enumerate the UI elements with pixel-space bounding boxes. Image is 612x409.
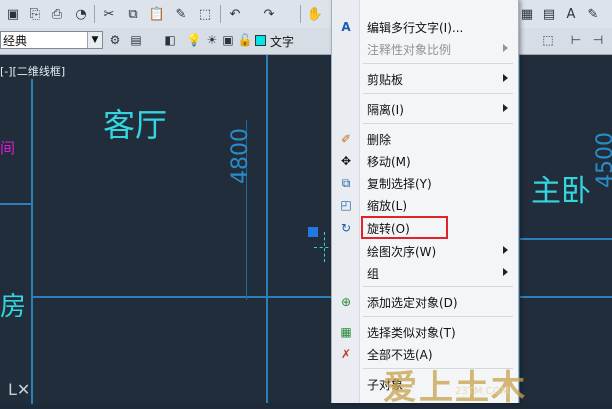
publish-icon[interactable]: ◔ <box>72 5 90 23</box>
grip-handle[interactable] <box>308 227 318 237</box>
edit-text-icon: A <box>341 20 351 34</box>
add-selected-icon: ⊕ <box>340 295 352 309</box>
menu-item-annotative-scale[interactable]: 注释性对象比例 <box>332 38 518 59</box>
eraser-icon: ✐ <box>340 132 352 146</box>
calculator-icon[interactable]: ▤ <box>540 5 558 23</box>
context-menu: A 编辑多行文字(I)... 注释性对象比例 剪贴板 隔离(I) ✐ 删除 ✥ … <box>331 0 519 403</box>
dimension-linear-icon[interactable]: ⊢ <box>568 32 584 48</box>
match-properties-icon[interactable]: ✎ <box>172 5 190 23</box>
toolbar-menu-icon[interactable]: ▤ <box>128 32 144 48</box>
menu-separator <box>363 316 513 317</box>
dimension-aligned-icon[interactable]: ⊣ <box>590 32 606 48</box>
block-editor-icon[interactable]: ⬚ <box>196 5 214 23</box>
wall-line <box>31 79 33 404</box>
redo-icon[interactable]: ↷ <box>260 5 278 23</box>
chevron-down-icon[interactable]: ▼ <box>87 32 102 48</box>
dimension-text-4800[interactable]: 4800 <box>228 128 253 184</box>
text-style-icon[interactable]: A <box>562 5 580 23</box>
drawing-canvas[interactable] <box>0 55 612 403</box>
menu-item-draw-order[interactable]: 绘图次序(W) <box>332 240 518 261</box>
viewport-freeze-icon[interactable]: ▣ <box>220 32 236 48</box>
scale-icon: ◰ <box>340 198 352 212</box>
menu-item-add-selected[interactable]: ⊕ 添加选定对象(D) <box>332 291 518 312</box>
menu-item-isolate[interactable]: 隔离(I) <box>332 98 518 119</box>
separator <box>220 5 221 23</box>
menu-item-edit-mtext[interactable]: A 编辑多行文字(I)... <box>332 16 518 37</box>
workspace-style-value: 经典 <box>3 34 28 48</box>
submenu-arrow-icon <box>503 268 508 276</box>
viewport-label[interactable]: [-][二维线框] <box>0 63 65 79</box>
submenu-arrow-icon <box>503 104 508 112</box>
room-label-partial-bottom[interactable]: 房 <box>0 286 26 323</box>
menu-item-clipboard[interactable]: 剪贴板 <box>332 68 518 89</box>
menu-item-select-similar[interactable]: ▦ 选择类似对象(T) <box>332 321 518 342</box>
submenu-arrow-icon <box>503 74 508 82</box>
menu-item-copy-selection[interactable]: ⧉ 复制选择(Y) <box>332 172 518 193</box>
preview-icon[interactable]: ⎘ <box>26 5 44 23</box>
copy-icon: ⧉ <box>341 175 351 190</box>
save-icon[interactable]: ▣ <box>4 5 22 23</box>
menu-item-group[interactable]: 组 <box>332 262 518 283</box>
room-label-partial[interactable]: 间 <box>0 137 15 158</box>
watermark-url: 23TM.COM <box>455 386 510 397</box>
room-label-living-room[interactable]: 客厅 <box>103 100 167 146</box>
paste-icon[interactable]: 📋 <box>148 5 166 23</box>
menu-item-scale[interactable]: ◰ 缩放(L) <box>332 194 518 215</box>
menu-separator <box>363 286 513 287</box>
wall-line <box>518 238 612 240</box>
submenu-arrow-icon <box>503 44 508 52</box>
ucs-icon: L✕ <box>8 380 31 399</box>
menu-item-move[interactable]: ✥ 移动(M) <box>332 150 518 171</box>
quick-access-toolbar: ▣ ⎘ ⎙ ◔ ✂ ⧉ 📋 ✎ ⬚ ↶ ↷ ✋ ▦ ▤ A ✎ <box>0 0 612 29</box>
separator <box>300 5 301 23</box>
menu-separator <box>363 93 513 94</box>
undo-icon[interactable]: ↶ <box>226 5 244 23</box>
grid-icon[interactable]: ▦ <box>518 5 536 23</box>
pan-hand-icon[interactable]: ✋ <box>306 5 324 23</box>
highlight-box <box>361 216 448 239</box>
text-edit-icon[interactable]: ✎ <box>584 5 602 23</box>
deselect-all-icon: ✗ <box>340 347 352 361</box>
gear-icon[interactable]: ⚙ <box>107 32 123 48</box>
wall-line <box>518 296 612 298</box>
sun-icon[interactable]: ☀ <box>204 32 220 48</box>
menu-item-erase[interactable]: ✐ 删除 <box>332 128 518 149</box>
watermark-logo: 爱上土木 <box>383 368 527 408</box>
separator <box>94 5 95 23</box>
select-similar-icon: ▦ <box>340 325 352 339</box>
layer-tool-icon[interactable]: ⬚ <box>540 32 556 48</box>
lock-icon[interactable]: 🔓 <box>237 32 253 48</box>
room-label-master-bedroom[interactable]: 主卧 <box>531 166 591 210</box>
layer-properties-icon[interactable]: ◧ <box>162 32 178 48</box>
layer-color-swatch <box>255 35 266 46</box>
wall-line <box>266 55 268 403</box>
copy-icon[interactable]: ⧉ <box>124 5 142 23</box>
cut-icon[interactable]: ✂ <box>100 5 118 23</box>
menu-separator <box>363 63 513 64</box>
submenu-arrow-icon <box>503 246 508 254</box>
move-icon: ✥ <box>340 154 352 168</box>
wall-line <box>0 203 31 205</box>
wall-line <box>31 296 331 298</box>
lightbulb-icon[interactable]: 💡 <box>186 32 202 48</box>
current-layer-name[interactable]: 文字 <box>270 33 294 50</box>
plot-icon[interactable]: ⎙ <box>48 5 66 23</box>
dimension-text-4500[interactable]: 4500 <box>593 132 612 188</box>
rotate-icon: ↻ <box>340 221 352 235</box>
workspace-style-combo[interactable]: 经典 ▼ <box>0 31 103 49</box>
menu-separator <box>363 123 513 124</box>
